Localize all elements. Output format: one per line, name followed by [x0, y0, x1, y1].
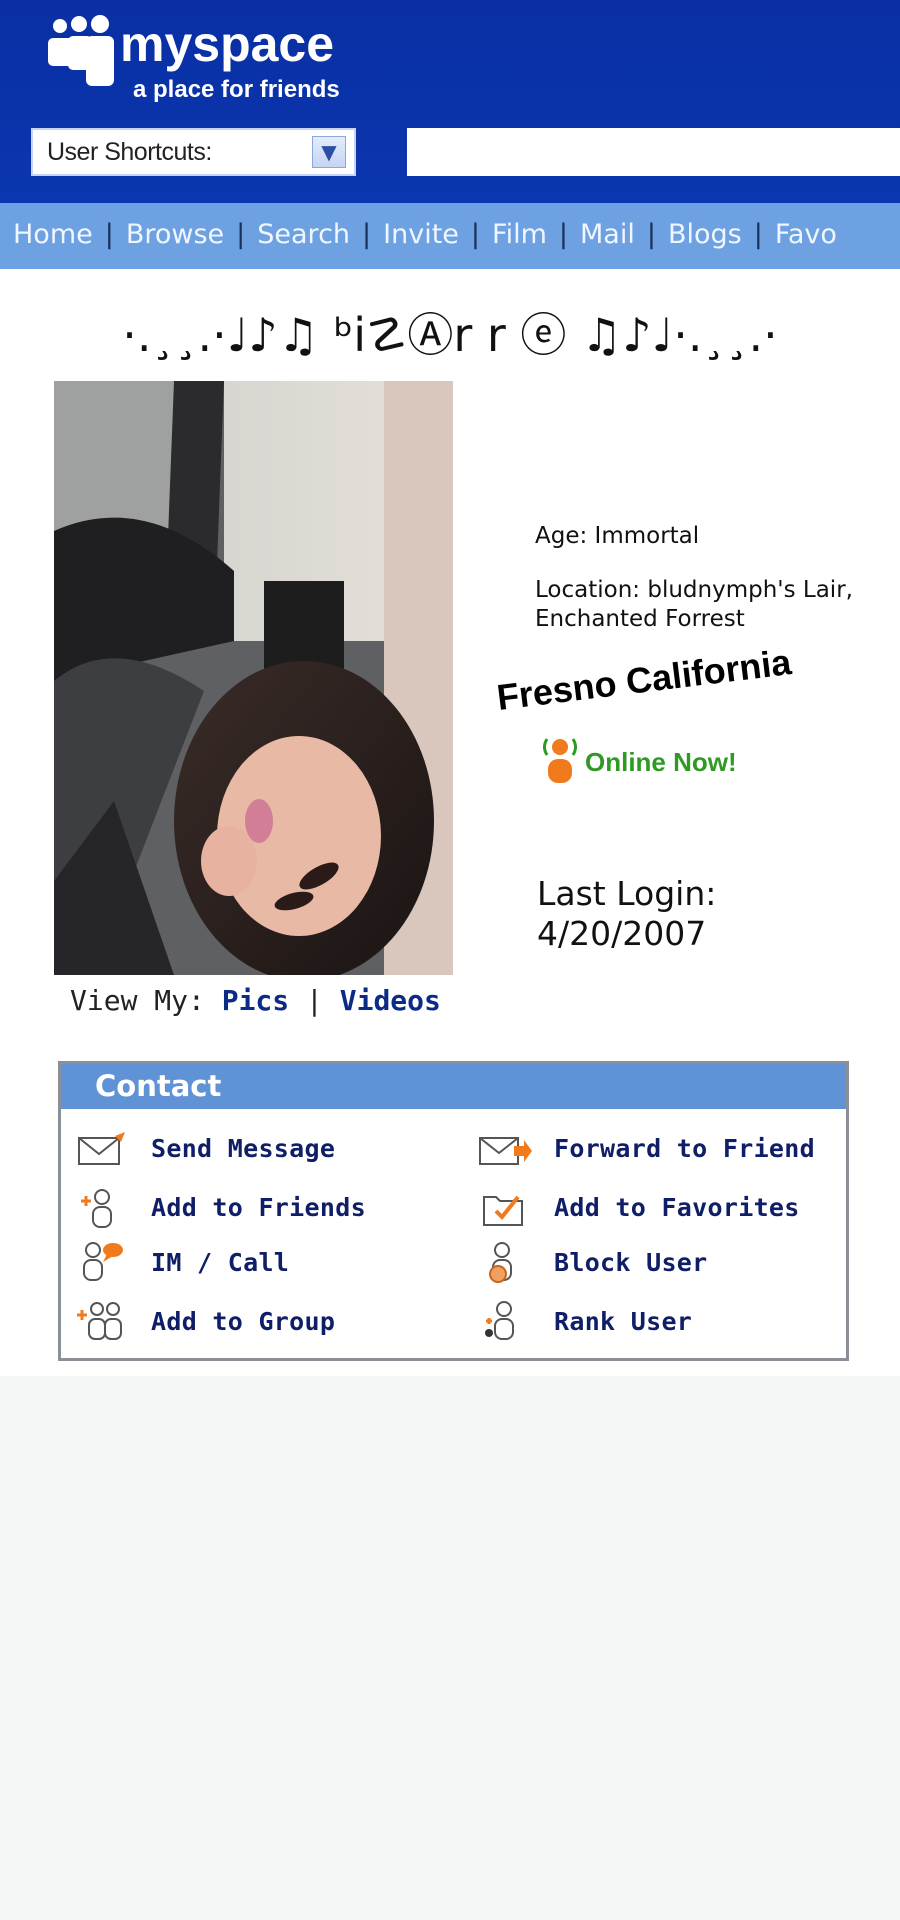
- nav-separator: |: [104, 219, 114, 250]
- location-sticker: Fresno California: [494, 641, 794, 718]
- logo-wordmark: myspace: [120, 16, 335, 72]
- chevron-down-icon[interactable]: ▼: [312, 136, 346, 168]
- add-friend-icon: [81, 1189, 112, 1228]
- profile-photo-image: [54, 381, 453, 975]
- block-user-label[interactable]: Block User: [554, 1248, 708, 1277]
- last-login-label: Last Login:: [537, 874, 717, 913]
- nav-mail[interactable]: Mail: [580, 219, 635, 250]
- nav-blogs[interactable]: Blogs: [668, 219, 742, 250]
- contact-header: Contact: [61, 1064, 846, 1109]
- favorites-folder-icon: [483, 1195, 523, 1226]
- profile-content: ·.¸¸.·♩♪♫ ᵇi☡Ⓐr r ⓔ ♫♪♩·.¸¸.· View My: P…: [0, 269, 900, 1376]
- nav-home[interactable]: Home: [13, 219, 93, 250]
- myspace-logo[interactable]: myspace a place for friends: [46, 14, 366, 104]
- add-to-group-label[interactable]: Add to Group: [151, 1307, 335, 1336]
- block-user-icon: [489, 1242, 512, 1283]
- im-call-label[interactable]: IM / Call: [151, 1248, 289, 1277]
- nav-separator: |: [558, 219, 568, 250]
- profile-age: Age: Immortal: [535, 523, 700, 549]
- add-to-favorites-label[interactable]: Add to Favorites: [554, 1193, 800, 1222]
- profile-location: Location: bludnymph's Lair, Enchanted Fo…: [535, 577, 853, 632]
- im-call-icon: [83, 1242, 123, 1281]
- forward-to-friend-label[interactable]: Forward to Friend: [554, 1134, 815, 1163]
- add-group-icon: [77, 1302, 122, 1340]
- nav-favorites[interactable]: Favo: [775, 219, 837, 250]
- friends-logo-icon: [48, 15, 114, 86]
- contact-box: Contact Send Message Forward to Friend A…: [58, 1061, 849, 1361]
- view-pics-link[interactable]: Pics: [222, 984, 289, 1017]
- main-nav: Home | Browse | Search | Invite | Film | Mail | Blog…: [0, 203, 900, 269]
- add-to-friends-label[interactable]: Add to Friends: [151, 1193, 366, 1222]
- nav-separator: |: [646, 219, 656, 250]
- nav-search[interactable]: Search: [257, 219, 350, 250]
- contact-title: Contact: [95, 1069, 222, 1103]
- nav-separator: |: [470, 219, 481, 250]
- profile-photo[interactable]: [54, 381, 453, 975]
- search-input[interactable]: [407, 128, 900, 176]
- nav-separator: |: [753, 219, 763, 250]
- envelope-icon: [78, 1132, 125, 1165]
- rank-user-icon: [485, 1301, 514, 1340]
- nav-separator: |: [362, 219, 372, 250]
- profile-display-name: ·.¸¸.·♩♪♫ ᵇi☡Ⓐr r ⓔ ♫♪♩·.¸¸.·: [122, 308, 778, 362]
- nav-links: Home | Browse | Search | Invite | Film | Mail | Blog…: [13, 219, 837, 250]
- user-shortcuts-label: User Shortcuts:: [47, 138, 212, 166]
- logo-tagline: a place for friends: [133, 76, 340, 103]
- view-my-label: View My:: [70, 984, 205, 1017]
- send-message-label[interactable]: Send Message: [151, 1134, 335, 1163]
- forward-envelope-icon: [479, 1137, 532, 1165]
- last-login-date: 4/20/2007: [537, 914, 707, 953]
- online-now-text: Online Now!: [585, 747, 737, 777]
- view-videos-link[interactable]: Videos: [340, 984, 441, 1017]
- nav-invite[interactable]: Invite: [383, 219, 459, 250]
- rank-user-label[interactable]: Rank User: [554, 1307, 692, 1336]
- profile-info: Age: Immortal Location: bludnymph's Lair…: [535, 522, 895, 634]
- nav-film[interactable]: Film: [492, 219, 547, 250]
- site-header: myspace a place for friends User Shortcu…: [0, 0, 900, 203]
- nav-separator: |: [236, 219, 246, 250]
- nav-browse[interactable]: Browse: [126, 219, 224, 250]
- user-shortcuts-select[interactable]: User Shortcuts: ▼: [31, 128, 356, 176]
- view-my-links: View My: Pics | Videos: [70, 984, 441, 1017]
- online-person-icon: [543, 738, 577, 783]
- view-my-separator: |: [306, 984, 323, 1017]
- last-login: Last Login: 4/20/2007: [537, 874, 716, 954]
